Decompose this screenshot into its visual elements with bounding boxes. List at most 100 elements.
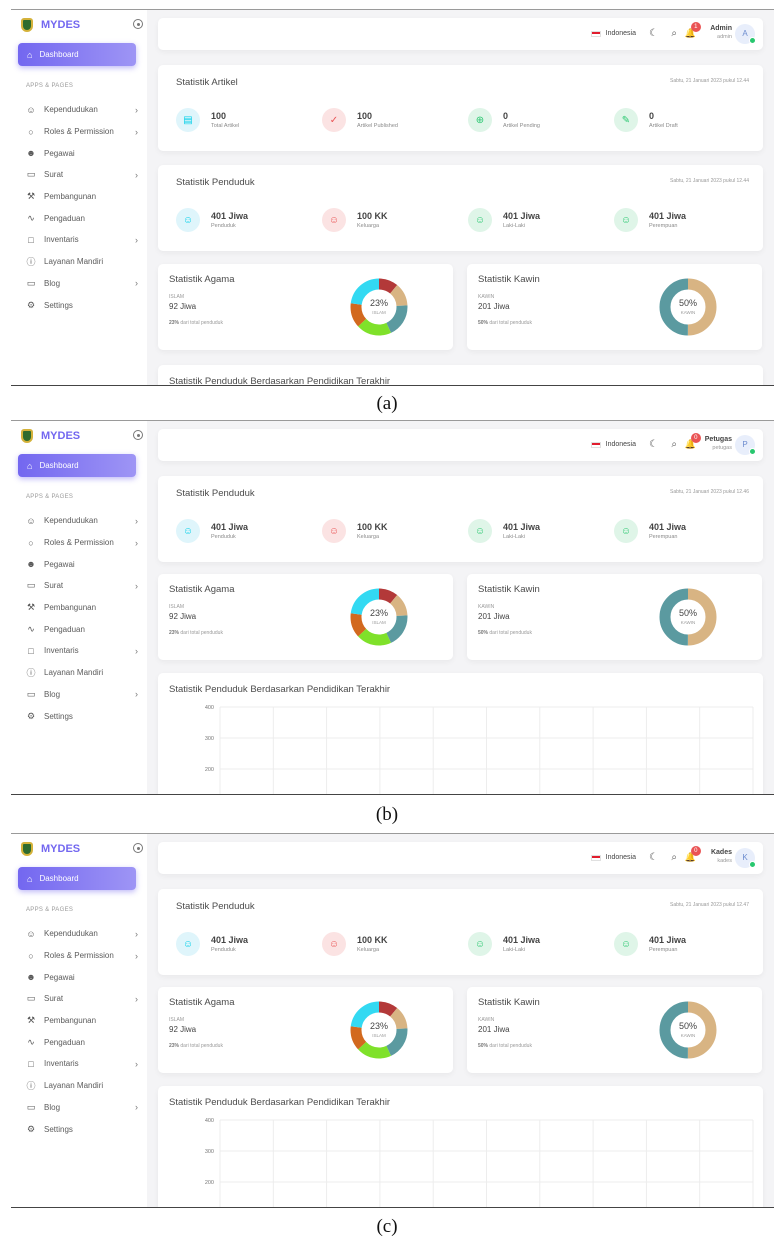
sidebar-item-blog[interactable]: ▭ Blog ›: [26, 684, 138, 706]
language-selector[interactable]: Indonesia: [590, 30, 636, 37]
user-icon: ☺: [176, 208, 200, 232]
card-title: Statistik Agama: [169, 997, 235, 1008]
stat-text: 0 Artikel Draft: [649, 111, 678, 129]
percentage-value: 23%: [169, 1043, 180, 1049]
pendidikan-bar-chart: 400 300 200: [205, 1118, 754, 1207]
sidebar-item-layanan-mandiri[interactable]: ⓘ Layanan Mandiri: [26, 251, 138, 273]
sidebar-item-pengaduan[interactable]: ∿ Pengaduan: [26, 207, 138, 229]
stat-percentage: 50% dari total penduduk: [478, 320, 532, 326]
search-icon[interactable]: ⌕: [671, 28, 677, 39]
stat-text: 401 Jiwa Laki-Laki: [503, 211, 540, 229]
inbox-icon: ▭: [26, 993, 36, 1004]
user-role: admin: [717, 34, 732, 40]
moon-icon[interactable]: ☾: [649, 28, 658, 39]
penduduk-stats-card: Statistik Penduduk Sabtu, 21 Januari 2023…: [158, 165, 763, 251]
moon-icon[interactable]: ☾: [649, 439, 658, 450]
sidebar-item-roles-permission[interactable]: ○ Roles & Permission ›: [26, 532, 138, 554]
user-info[interactable]: Admin admin: [710, 25, 732, 40]
sidebar-item-pengaduan[interactable]: ∿ Pengaduan: [26, 618, 138, 640]
sidebar-item-kependudukan[interactable]: ☺ Kependudukan ›: [26, 99, 138, 121]
stat-item: ☺ 401 Jiwa Perempuan: [614, 519, 686, 543]
sidebar-item-surat[interactable]: ▭ Surat ›: [26, 575, 138, 597]
sidebar-item-dashboard[interactable]: ⌂ Dashboard: [18, 43, 136, 66]
sidebar-item-pengaduan[interactable]: ∿ Pengaduan: [26, 1031, 138, 1053]
language-selector[interactable]: Indonesia: [590, 854, 636, 861]
sidebar-item-pegawai[interactable]: ☻ Pegawai: [26, 553, 138, 575]
sidebar-item-pembangunan[interactable]: ⚒ Pembangunan: [26, 186, 138, 208]
donut-center-label: KAWIN: [680, 1033, 696, 1038]
sidebar-item-label: Layanan Mandiri: [44, 1081, 104, 1091]
card-title: Statistik Kawin: [478, 274, 540, 285]
card-title: Statistik Penduduk: [176, 901, 255, 912]
percentage-text: dari total penduduk: [489, 320, 532, 326]
sidebar-pin-icon[interactable]: [133, 430, 143, 440]
stat-item: ☺ 100 KK Keluarga: [322, 932, 388, 956]
sidebar: MYDES ⌂ Dashboard APPS & PAGES ☺ Kependudukan…: [11, 834, 147, 1207]
sidebar-item-label: Inventaris: [44, 1059, 79, 1069]
stat-label: Perempuan: [649, 223, 678, 229]
stat-value: 92 Jiwa: [169, 1025, 197, 1034]
sidebar-item-inventaris[interactable]: □ Inventaris ›: [26, 640, 138, 662]
tablet-icon: □: [28, 645, 34, 656]
sidebar-item-settings[interactable]: ⚙ Settings: [26, 294, 138, 316]
sidebar-item-layanan-mandiri[interactable]: ⓘ Layanan Mandiri: [26, 1075, 138, 1097]
sidebar-item-roles-permission[interactable]: ○ Roles & Permission ›: [26, 121, 138, 143]
sidebar-item-label: Settings: [44, 711, 73, 721]
user-info[interactable]: Petugas petugas: [705, 436, 732, 451]
sidebar-item-roles-permission[interactable]: ○ Roles & Permission ›: [26, 945, 138, 967]
sidebar-item-blog[interactable]: ▭ Blog ›: [26, 1097, 138, 1119]
brand[interactable]: MYDES: [21, 842, 80, 856]
bell-icon[interactable]: 🔔 1: [685, 22, 701, 39]
sidebar-item-kependudukan[interactable]: ☺ Kependudukan ›: [26, 923, 138, 945]
inbox-icon: ▭: [26, 169, 36, 180]
brand[interactable]: MYDES: [21, 18, 80, 32]
stat-value: 100: [211, 111, 227, 121]
info-icon: ⓘ: [26, 668, 36, 679]
sidebar-item-surat[interactable]: ▭ Surat ›: [26, 988, 138, 1010]
sidebar-item-inventaris[interactable]: □ Inventaris ›: [26, 1053, 138, 1075]
stat-value: 401 Jiwa: [211, 522, 249, 532]
sidebar-item-dashboard[interactable]: ⌂ Dashboard: [18, 867, 136, 890]
sidebar-item-label: Pembangunan: [44, 1016, 97, 1026]
sidebar-item-blog[interactable]: ▭ Blog ›: [26, 273, 138, 295]
search-icon[interactable]: ⌕: [671, 439, 677, 450]
sidebar-item-label: Pembangunan: [44, 603, 97, 613]
sidebar-item-pegawai[interactable]: ☻ Pegawai: [26, 966, 138, 988]
sidebar-pin-icon[interactable]: [133, 19, 143, 29]
stat-item: ▤ 100 Total Artikel: [176, 108, 239, 132]
sidebar-item-pembangunan[interactable]: ⚒ Pembangunan: [26, 1010, 138, 1032]
check-icon: ✓: [322, 108, 346, 132]
moon-icon[interactable]: ☾: [649, 852, 658, 863]
avatar[interactable]: K: [735, 848, 756, 868]
activity-icon: ∿: [27, 212, 35, 223]
donut-center-label: ISLAM: [372, 310, 386, 315]
user-icon: ☺: [614, 208, 638, 232]
bell-icon[interactable]: 🔔 0: [685, 846, 701, 863]
sidebar-item-surat[interactable]: ▭ Surat ›: [26, 164, 138, 186]
avatar[interactable]: A: [735, 24, 756, 44]
bell-icon[interactable]: 🔔 0: [685, 433, 701, 450]
sidebar-item-inventaris[interactable]: □ Inventaris ›: [26, 229, 138, 251]
sidebar-item-dashboard[interactable]: ⌂ Dashboard: [18, 454, 136, 477]
chevron-right-icon: ›: [135, 1058, 138, 1069]
settings-icon: ⚙: [26, 1123, 36, 1134]
top-navbar: Indonesia ☾ ⌕ 🔔 0 Kades kades K: [158, 842, 763, 874]
stat-item: ☺ 401 Jiwa Perempuan: [614, 932, 686, 956]
card-title: Statistik Kawin: [478, 584, 540, 595]
sidebar-item-kependudukan[interactable]: ☺ Kependudukan ›: [26, 510, 138, 532]
sidebar-item-layanan-mandiri[interactable]: ⓘ Layanan Mandiri: [26, 662, 138, 684]
sidebar-item-pegawai[interactable]: ☻ Pegawai: [26, 142, 138, 164]
percentage-text: dari total penduduk: [180, 630, 223, 636]
sidebar-item-settings[interactable]: ⚙ Settings: [26, 705, 138, 727]
percentage-value: 50%: [478, 320, 489, 326]
sidebar-pin-icon[interactable]: [133, 843, 143, 853]
language-selector[interactable]: Indonesia: [590, 441, 636, 448]
brand[interactable]: MYDES: [21, 429, 80, 443]
avatar[interactable]: P: [735, 435, 756, 455]
pendidikan-stats-card: Statistik Penduduk Berdasarkan Pendidika…: [158, 365, 763, 385]
user-icon: ☺: [468, 932, 492, 956]
sidebar-item-settings[interactable]: ⚙ Settings: [26, 1118, 138, 1140]
sidebar-item-pembangunan[interactable]: ⚒ Pembangunan: [26, 597, 138, 619]
search-icon[interactable]: ⌕: [671, 852, 677, 863]
user-info[interactable]: Kades kades: [711, 849, 732, 864]
